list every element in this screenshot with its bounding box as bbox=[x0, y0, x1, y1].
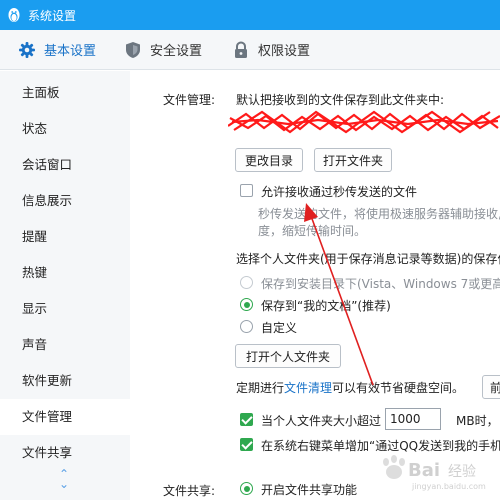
qq-penguin-icon bbox=[8, 8, 20, 22]
cleanup-suffix: 可以有效节省硬盘空间。 bbox=[332, 381, 465, 395]
sidebar-item-display[interactable]: 显示 bbox=[0, 291, 130, 327]
tab-label: 基本设置 bbox=[44, 44, 97, 59]
radio-save-install-dir-label: 保存到安装目录下(Vista、Windows 7或更高 bbox=[261, 277, 500, 291]
settings-tab-bar: 基本设置 安全设置 权限设置 bbox=[0, 30, 500, 70]
sidebar-item-sound[interactable]: 声音 bbox=[0, 327, 130, 363]
tab-label: 权限设置 bbox=[258, 44, 311, 59]
enable-file-sharing-label: 开启文件共享功能 bbox=[261, 483, 358, 497]
miaochuan-hint-line1: 秒传发送的文件，将使用极速服务器辅助接收, bbox=[258, 207, 500, 221]
sidebar-item-status[interactable]: 状态 bbox=[0, 111, 130, 147]
sidebar-item-chat-window[interactable]: 会话窗口 bbox=[0, 147, 130, 183]
open-folder-button[interactable]: 打开文件夹 bbox=[314, 148, 392, 172]
file-sharing-section-label: 文件共享: bbox=[163, 484, 216, 498]
context-menu-checkbox[interactable] bbox=[240, 438, 253, 451]
miaochuan-hint-line2: 度，缩短传输时间。 bbox=[258, 224, 367, 238]
personal-folder-text: 选择个人文件夹(用于保存消息记录等数据)的保存位 bbox=[236, 252, 500, 266]
sidebar-item-hotkeys[interactable]: 热键 bbox=[0, 255, 130, 291]
tab-label: 安全设置 bbox=[150, 44, 203, 59]
tab-security-settings[interactable]: 安全设置 bbox=[112, 30, 220, 70]
size-limit-label: 当个人文件夹大小超过 bbox=[261, 414, 382, 428]
settings-sidebar: 主面板 状态 会话窗口 信息展示 提醒 热键 显示 声音 软件更新 文件管理 文… bbox=[0, 71, 130, 500]
gear-icon bbox=[19, 41, 35, 58]
radio-save-install-dir[interactable] bbox=[240, 276, 253, 289]
file-cleanup-link[interactable]: 文件清理 bbox=[284, 381, 332, 395]
change-directory-button[interactable]: 更改目录 bbox=[235, 148, 303, 172]
allow-miaochuan-checkbox[interactable] bbox=[240, 184, 253, 197]
context-menu-label: 在系统右键菜单增加“通过QQ发送到我的手机 bbox=[261, 439, 500, 453]
cleanup-now-button[interactable]: 前 bbox=[482, 375, 500, 399]
sidebar-item-file-management[interactable]: 文件管理 bbox=[0, 399, 130, 435]
enable-file-sharing-radio[interactable] bbox=[240, 482, 253, 495]
cleanup-text: 定期进行文件清理可以有效节省硬盘空间。 bbox=[236, 379, 464, 396]
sidebar-item-info-display[interactable]: 信息展示 bbox=[0, 183, 130, 219]
open-personal-folder-button[interactable]: 打开个人文件夹 bbox=[235, 344, 341, 368]
tab-basic-settings[interactable]: 基本设置 bbox=[0, 30, 112, 70]
allow-miaochuan-label: 允许接收通过秒传发送的文件 bbox=[261, 185, 418, 199]
window-title: 系统设置 bbox=[28, 8, 77, 23]
lock-icon bbox=[235, 40, 247, 58]
radio-save-my-documents[interactable] bbox=[240, 298, 253, 311]
radio-custom-label: 自定义 bbox=[261, 321, 298, 335]
size-limit-checkbox[interactable] bbox=[240, 413, 253, 426]
title-bar: 系统设置 bbox=[0, 0, 500, 30]
sidebar-item-software-update[interactable]: 软件更新 bbox=[0, 363, 130, 399]
cleanup-prefix: 定期进行 bbox=[236, 381, 285, 395]
redacted-path-scribble bbox=[228, 110, 500, 134]
default-save-folder-text: 默认把接收到的文件保存到此文件夹中: bbox=[236, 93, 445, 107]
sidebar-item-reminders[interactable]: 提醒 bbox=[0, 219, 130, 255]
shield-icon bbox=[126, 41, 140, 58]
tab-permission-settings[interactable]: 权限设置 bbox=[220, 30, 322, 70]
radio-save-my-documents-label: 保存到“我的文档”(推荐) bbox=[261, 299, 391, 313]
radio-custom[interactable] bbox=[240, 320, 253, 333]
sidebar-item-main-panel[interactable]: 主面板 bbox=[0, 75, 130, 111]
sidebar-scroll-arrows[interactable]: ⌃ ⌄ bbox=[54, 468, 74, 490]
chevron-down-icon[interactable]: ⌄ bbox=[54, 478, 74, 490]
sidebar-item-file-sharing[interactable]: 文件共享 bbox=[0, 435, 130, 471]
file-management-section-label: 文件管理: bbox=[163, 93, 216, 107]
size-limit-unit: MB时， bbox=[456, 414, 499, 428]
size-limit-input[interactable]: 1000 bbox=[385, 408, 441, 430]
